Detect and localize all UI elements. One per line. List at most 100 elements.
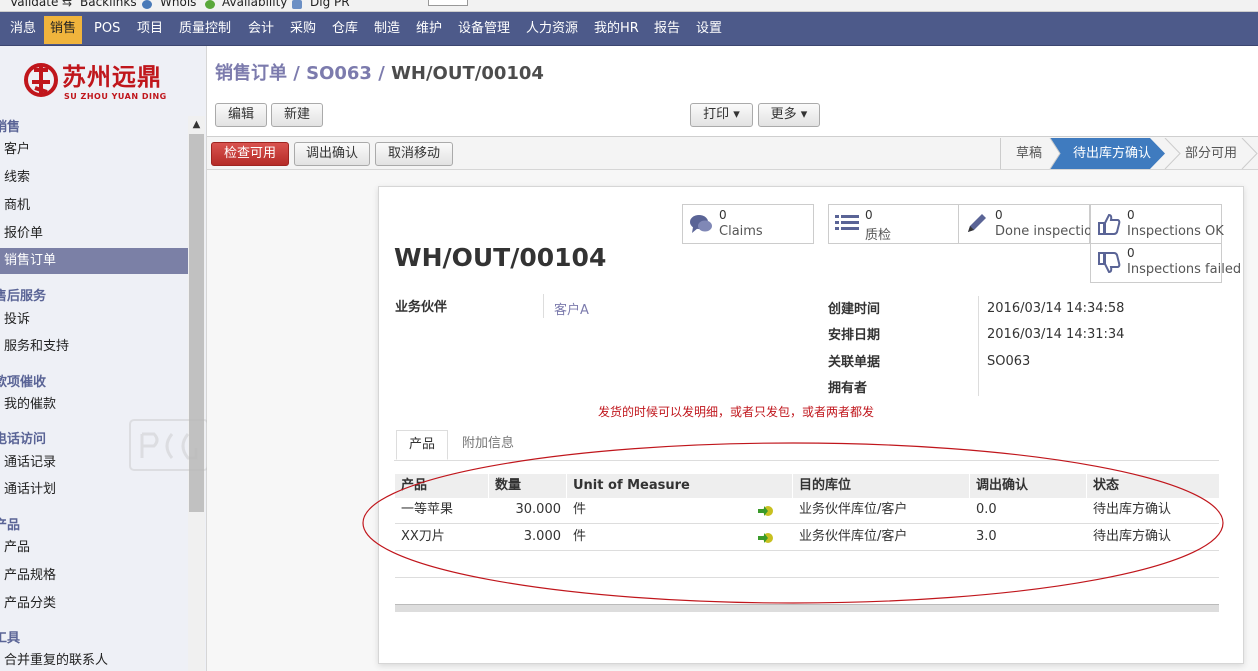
section-products: 产品 — [0, 518, 21, 533]
pencil-icon — [968, 214, 986, 232]
check-icon — [205, 0, 215, 9]
col-product[interactable]: 产品 — [401, 474, 427, 498]
row-divider — [395, 550, 1219, 551]
col-transfer-confirm[interactable]: 调出确认 — [976, 474, 1028, 498]
sidebar-item-sales-orders[interactable]: 销售订单 — [0, 248, 188, 274]
menu-purchase[interactable]: 采购 — [284, 16, 322, 42]
create-button[interactable]: 新建 — [271, 103, 323, 127]
sidebar-item-products[interactable]: 产品 — [0, 535, 188, 561]
row1-uom: 件 — [573, 502, 587, 517]
sidebar-item-leads[interactable]: 线索 — [0, 165, 188, 191]
row1-qty: 30.000 — [515, 502, 562, 517]
sidebar-item-customers[interactable]: 客户 — [0, 137, 188, 163]
inspections-ok-label: Inspections OK — [1127, 224, 1224, 239]
bookmark-backlinks[interactable]: Backlinks — [80, 0, 137, 9]
breadcrumb-separator: / — [371, 63, 392, 84]
status-step-partial[interactable]: 部分可用 — [1172, 138, 1250, 169]
menu-equipment[interactable]: 设备管理 — [452, 16, 516, 42]
sidebar-item-complaints[interactable]: 投诉 — [0, 307, 188, 333]
top-menu: 消息 销售 POS 项目 质量控制 会计 采购 仓库 制造 维护 设备管理 人力… — [0, 12, 1258, 46]
breadcrumb-sales-orders[interactable]: 销售订单 — [215, 63, 287, 84]
menu-maintenance[interactable]: 维护 — [410, 16, 448, 42]
row2-qty: 3.000 — [523, 529, 561, 544]
cancel-move-button[interactable]: 取消移动 — [375, 142, 453, 166]
people-icon — [292, 0, 302, 9]
menu-reports[interactable]: 报告 — [648, 16, 686, 42]
sidebar-item-quotations[interactable]: 报价单 — [0, 221, 188, 247]
sidebar-item-call-plans[interactable]: 通话计划 — [0, 477, 188, 503]
sidebar-item-product-categories[interactable]: 产品分类 — [0, 591, 188, 617]
tab-additional-info[interactable]: 附加信息 — [452, 430, 524, 460]
bookmark-bar: Validate ⇆ Backlinks Whois Availability … — [0, 0, 1258, 12]
col-state[interactable]: 状态 — [1093, 474, 1119, 498]
more-dropdown[interactable]: 更多 ▾ — [758, 103, 820, 127]
row2-confirm: 3.0 — [976, 529, 997, 544]
bookmark-validate[interactable]: Validate — [10, 0, 58, 9]
logo-chinese-text: 苏州远鼎 — [62, 62, 162, 91]
claims-stat-button[interactable]: 0 Claims — [682, 204, 814, 244]
done-inspections-count: 0 — [995, 208, 1003, 222]
sidebar-item-product-variants[interactable]: 产品规格 — [0, 563, 188, 589]
partner-value[interactable]: 客户A — [554, 299, 589, 318]
tab-products[interactable]: 产品 — [396, 430, 448, 460]
comments-icon — [690, 215, 712, 233]
menu-manufacturing[interactable]: 制造 — [368, 16, 406, 42]
row2-product[interactable]: XX刀片 — [401, 524, 445, 550]
transfer-confirm-button[interactable]: 调出确认 — [294, 142, 370, 166]
section-after-sales: 售后服务 — [0, 289, 47, 304]
col-quantity[interactable]: 数量 — [495, 474, 521, 498]
menu-sales[interactable]: 销售 — [44, 16, 83, 44]
sidebar-scrollbar[interactable]: ▲ — [188, 116, 205, 671]
forward-lines-icon[interactable] — [758, 532, 774, 544]
column-divider — [969, 474, 970, 498]
edit-button[interactable]: 编辑 — [215, 103, 267, 127]
menu-quality[interactable]: 质量控制 — [173, 16, 237, 42]
inspections-ok-count: 0 — [1127, 208, 1135, 222]
done-inspections-stat-button[interactable]: 0 Done inspections — [958, 204, 1107, 244]
logo-mark-icon — [24, 63, 58, 97]
inspections-failed-label: Inspections failed — [1127, 262, 1242, 277]
thumbs-up-icon — [1098, 213, 1121, 235]
row1-product[interactable]: 一等苹果 — [401, 497, 453, 523]
col-uom[interactable]: Unit of Measure — [573, 474, 690, 498]
menu-accounting[interactable]: 会计 — [242, 16, 280, 42]
bookmark-digpr[interactable]: Dig PR — [310, 0, 350, 9]
menu-my-hr[interactable]: 我的HR — [588, 16, 645, 42]
print-dropdown[interactable]: 打印 ▾ — [690, 103, 753, 127]
partner-label: 业务伙伴 — [395, 300, 448, 315]
inspections-ok-stat-button[interactable]: 0 Inspections OK — [1090, 204, 1224, 244]
status-step-waiting[interactable]: 待出库方确认 — [1062, 138, 1162, 169]
breadcrumb: 销售订单 / SO063 / WH/OUT/00104 — [215, 59, 544, 85]
sidebar-item-merge-contacts[interactable]: 合并重复的联系人 — [0, 648, 188, 671]
col-destination[interactable]: 目的库位 — [799, 474, 851, 498]
row1-state: 待出库方确认 — [1093, 502, 1172, 517]
scroll-up-icon[interactable]: ▲ — [188, 116, 205, 133]
check-availability-button[interactable]: 检查可用 — [211, 142, 289, 166]
owner-label: 拥有者 — [828, 381, 868, 396]
menu-warehouse[interactable]: 仓库 — [326, 16, 364, 42]
sidebar-item-opportunities[interactable]: 商机 — [0, 193, 188, 219]
company-logo: 苏州远鼎 SU ZHOU YUAN DING — [22, 62, 172, 104]
scheduled-label: 安排日期 — [828, 328, 881, 343]
forward-lines-icon[interactable] — [758, 505, 774, 517]
menu-pos[interactable]: POS — [88, 16, 126, 42]
breadcrumb-current: WH/OUT/00104 — [391, 63, 544, 84]
menu-messages[interactable]: 消息 — [4, 16, 42, 42]
bookmark-whois[interactable]: Whois — [160, 0, 196, 9]
breadcrumb-so[interactable]: SO063 — [306, 63, 372, 84]
inspections-failed-stat-button[interactable]: 0 Inspections failed — [1090, 243, 1241, 283]
section-tools: 工具 — [0, 631, 21, 646]
menu-project[interactable]: 项目 — [131, 16, 169, 42]
section-phone-calls: 电话访问 — [0, 432, 47, 447]
column-divider — [566, 474, 567, 498]
sidebar: 苏州远鼎 SU ZHOU YUAN DING 销售 客户 线索 商机 报价单 销… — [0, 46, 207, 671]
record-title: WH/OUT/00104 — [394, 243, 607, 272]
status-step-draft[interactable]: 草稿 — [1000, 138, 1058, 169]
watermark-logo — [129, 419, 209, 471]
menu-hr[interactable]: 人力资源 — [520, 16, 584, 42]
menu-settings[interactable]: 设置 — [690, 16, 728, 42]
annotation-text: 发货的时候可以发明细，或者只发包，或者两者都发 — [598, 405, 875, 419]
bookmark-availability[interactable]: Availability — [222, 0, 287, 9]
quality-check-stat-button[interactable]: 0 质检 — [828, 204, 960, 244]
sidebar-item-support[interactable]: 服务和支持 — [0, 334, 188, 360]
